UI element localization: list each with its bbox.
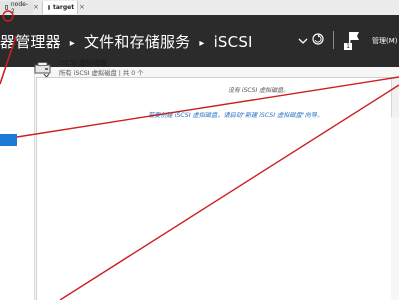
sidebar-item-iscsi-selected[interactable] bbox=[0, 134, 17, 146]
breadcrumb-separator: ▸ bbox=[199, 38, 205, 49]
notification-count-badge: 1 bbox=[344, 43, 352, 50]
refresh-icon[interactable] bbox=[311, 32, 325, 46]
manage-menu[interactable]: 管理(M) bbox=[372, 36, 398, 46]
breadcrumb-item-iscsi[interactable]: iSCSI bbox=[214, 33, 253, 51]
browser-tab-bar: node-2 × target × bbox=[0, 0, 399, 16]
breadcrumb: 器管理器 ▸ 文件和存储服务 ▸ iSCSI bbox=[0, 31, 253, 52]
tab-label: target bbox=[53, 4, 75, 11]
tab-target[interactable]: target bbox=[42, 1, 78, 14]
empty-state-message: 没有 iSCSI 虚拟磁盘。 bbox=[228, 87, 290, 94]
chevron-down-icon[interactable] bbox=[297, 36, 309, 46]
tasks-panel-edge[interactable] bbox=[391, 77, 399, 117]
left-navigation-pane bbox=[0, 67, 35, 300]
tab-close-icon[interactable]: × bbox=[33, 2, 39, 13]
panel-subtitle: 所有 iSCSI 虚拟磁盘 | 共 0 个 bbox=[59, 70, 144, 77]
header-divider bbox=[333, 31, 334, 49]
create-virtual-disk-hint[interactable]: 若要创建 iSCSI 虚拟磁盘，请启动"新建 iSCSI 虚拟磁盘"向导。 bbox=[148, 110, 323, 119]
panel-title: iSCSI 虚拟磁盘 bbox=[59, 59, 108, 67]
breadcrumb-item-file-storage[interactable]: 文件和存储服务 bbox=[84, 33, 190, 51]
tab-page-icon bbox=[5, 5, 8, 10]
tab-node-2[interactable]: node-2 bbox=[0, 0, 33, 15]
tab-page-icon bbox=[48, 5, 50, 10]
breadcrumb-separator: ▸ bbox=[69, 38, 76, 49]
tab-close-icon[interactable]: × bbox=[79, 2, 85, 13]
breadcrumb-item-server-manager[interactable]: 器管理器 bbox=[0, 33, 61, 51]
tab-label: node-2 bbox=[10, 0, 28, 15]
